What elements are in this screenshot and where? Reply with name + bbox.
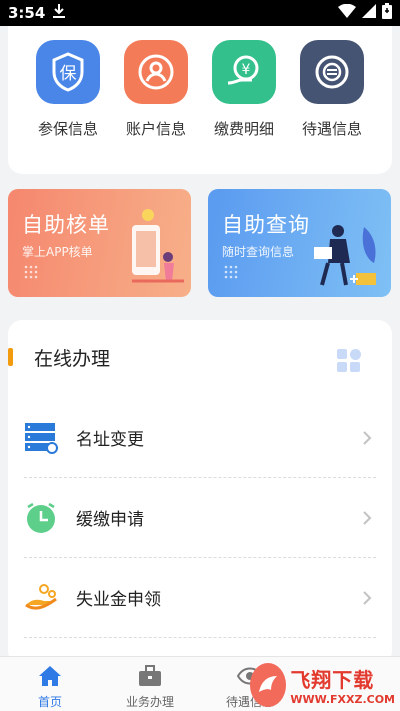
- status-time: 3:54: [8, 4, 46, 22]
- dots-decoration: [224, 265, 238, 279]
- section-accent-bar: [8, 348, 13, 366]
- phone-illustration-icon: [132, 209, 184, 283]
- list-item-label: 名址变更: [76, 430, 144, 450]
- home-icon: [0, 663, 100, 689]
- battery-icon: [382, 3, 392, 23]
- benefit-coin-icon: [300, 40, 364, 104]
- banner-subtitle: 随时查询信息: [222, 245, 295, 259]
- tab-home[interactable]: 首页: [0, 663, 100, 710]
- watermark-url: WWW.FXXZ.COM: [290, 693, 395, 706]
- download-icon: [53, 4, 66, 22]
- signal-icon: [362, 4, 376, 22]
- svg-text:¥: ¥: [242, 62, 251, 78]
- banner-title: 自助查询: [222, 213, 310, 237]
- watermark-logo-icon: [250, 663, 287, 707]
- quick-actions-card: 保 参保信息 账户信息 ¥ 缴费明细 待遇信息: [8, 26, 392, 174]
- clock-icon: [24, 501, 58, 535]
- chevron-right-icon: [363, 590, 372, 605]
- banner-title: 自助核单: [22, 213, 110, 237]
- list-item-label: 失业金申领: [76, 590, 161, 610]
- list-item-label: 缓缴申请: [76, 510, 144, 530]
- laptop-person-illustration-icon: [314, 225, 376, 286]
- quick-action-account[interactable]: 账户信息: [111, 40, 201, 139]
- banner-self-query[interactable]: 自助查询 随时查询信息: [208, 189, 391, 297]
- list-item-address-change[interactable]: 名址变更: [24, 398, 376, 478]
- grid-apps-icon[interactable]: [336, 348, 362, 374]
- tab-business[interactable]: 业务办理: [100, 663, 200, 710]
- section-title: 在线办理: [34, 348, 111, 370]
- watermark: 飞翔下载 WWW.FXXZ.COM: [250, 662, 395, 708]
- banner-self-check[interactable]: 自助核单 掌上APP核单: [8, 189, 191, 297]
- chevron-right-icon: [363, 430, 372, 445]
- quick-action-insurance[interactable]: 保 参保信息: [23, 40, 113, 139]
- status-bar: 3:54: [0, 0, 400, 26]
- tab-label: 业务办理: [125, 695, 174, 709]
- watermark-title: 飞翔下载: [290, 668, 375, 692]
- banner-subtitle: 掌上APP核单: [22, 245, 93, 259]
- tab-label: 首页: [37, 695, 62, 709]
- quick-action-label: 参保信息: [37, 120, 98, 138]
- user-account-icon: [124, 40, 188, 104]
- chevron-right-icon: [363, 510, 372, 525]
- server-change-icon: [24, 421, 58, 455]
- quick-action-label: 缴费明细: [213, 120, 274, 138]
- dots-decoration: [24, 265, 38, 279]
- list-item-deferral-application[interactable]: 缓缴申请: [24, 478, 376, 558]
- online-service-card: 在线办理 名址变更 缓缴申请 失业金申领: [8, 320, 392, 665]
- list-item-unemployment-claim[interactable]: 失业金申领: [24, 558, 376, 638]
- quick-action-label: 账户信息: [125, 120, 186, 138]
- hand-coins-icon: [24, 581, 58, 615]
- quick-action-label: 待遇信息: [301, 120, 362, 138]
- payment-yen-icon: ¥: [212, 40, 276, 104]
- quick-action-benefit[interactable]: 待遇信息: [287, 40, 377, 139]
- shield-bao-icon: 保: [36, 40, 100, 104]
- briefcase-icon: [100, 663, 200, 689]
- svg-text:保: 保: [60, 64, 77, 84]
- quick-action-payment[interactable]: ¥ 缴费明细: [199, 40, 289, 139]
- wifi-icon: [338, 3, 356, 22]
